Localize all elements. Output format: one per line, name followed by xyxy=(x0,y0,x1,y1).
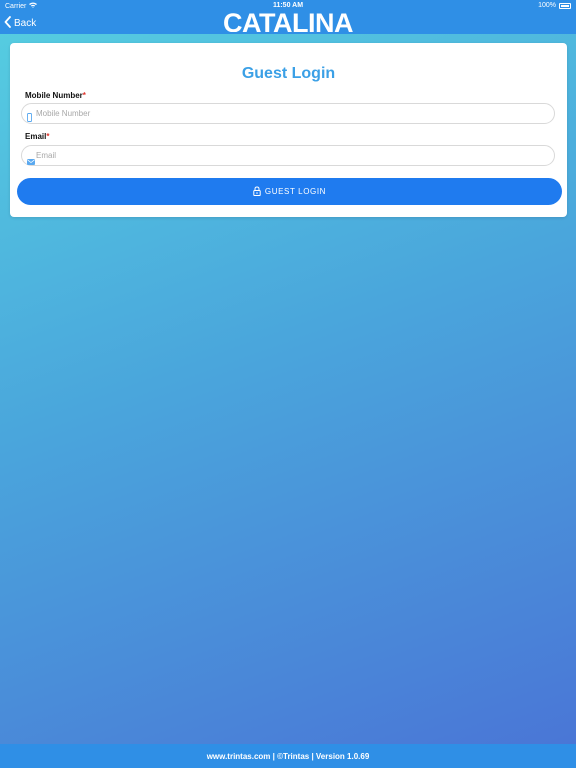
required-mark: * xyxy=(82,91,86,100)
guest-login-label: GUEST LOGIN xyxy=(264,187,327,196)
email-label: Email* xyxy=(25,132,49,141)
email-icon xyxy=(27,152,35,170)
lock-icon xyxy=(253,185,261,198)
page-title: Guest Login xyxy=(241,65,336,82)
status-time: 11:50 AM xyxy=(272,2,304,9)
mobile-number-label-text: Mobile Number xyxy=(25,91,83,100)
mobile-number-label: Mobile Number* xyxy=(25,91,86,100)
email-label-text: Email xyxy=(25,132,47,141)
email-input[interactable] xyxy=(36,148,546,163)
guest-login-button[interactable]: GUEST LOGIN xyxy=(17,178,562,205)
navigation-bar: Back CATALINA xyxy=(0,10,576,34)
required-mark: * xyxy=(46,132,50,141)
phone-icon xyxy=(27,109,32,127)
footer: www.trintas.com | ©Trintas | Version 1.0… xyxy=(0,744,576,768)
battery-icon xyxy=(559,2,571,9)
footer-text: www.trintas.com | ©Trintas | Version 1.0… xyxy=(206,751,370,761)
catalina-logo: CATALINA xyxy=(223,10,353,32)
guest-login-card: Guest Login Mobile Number* Email* GUEST … xyxy=(10,43,567,217)
battery-percentage: 100% xyxy=(538,2,556,9)
mobile-number-field[interactable] xyxy=(21,103,555,124)
status-right: 100% xyxy=(538,2,571,9)
mobile-number-input[interactable] xyxy=(36,106,546,121)
email-field[interactable] xyxy=(21,145,555,166)
